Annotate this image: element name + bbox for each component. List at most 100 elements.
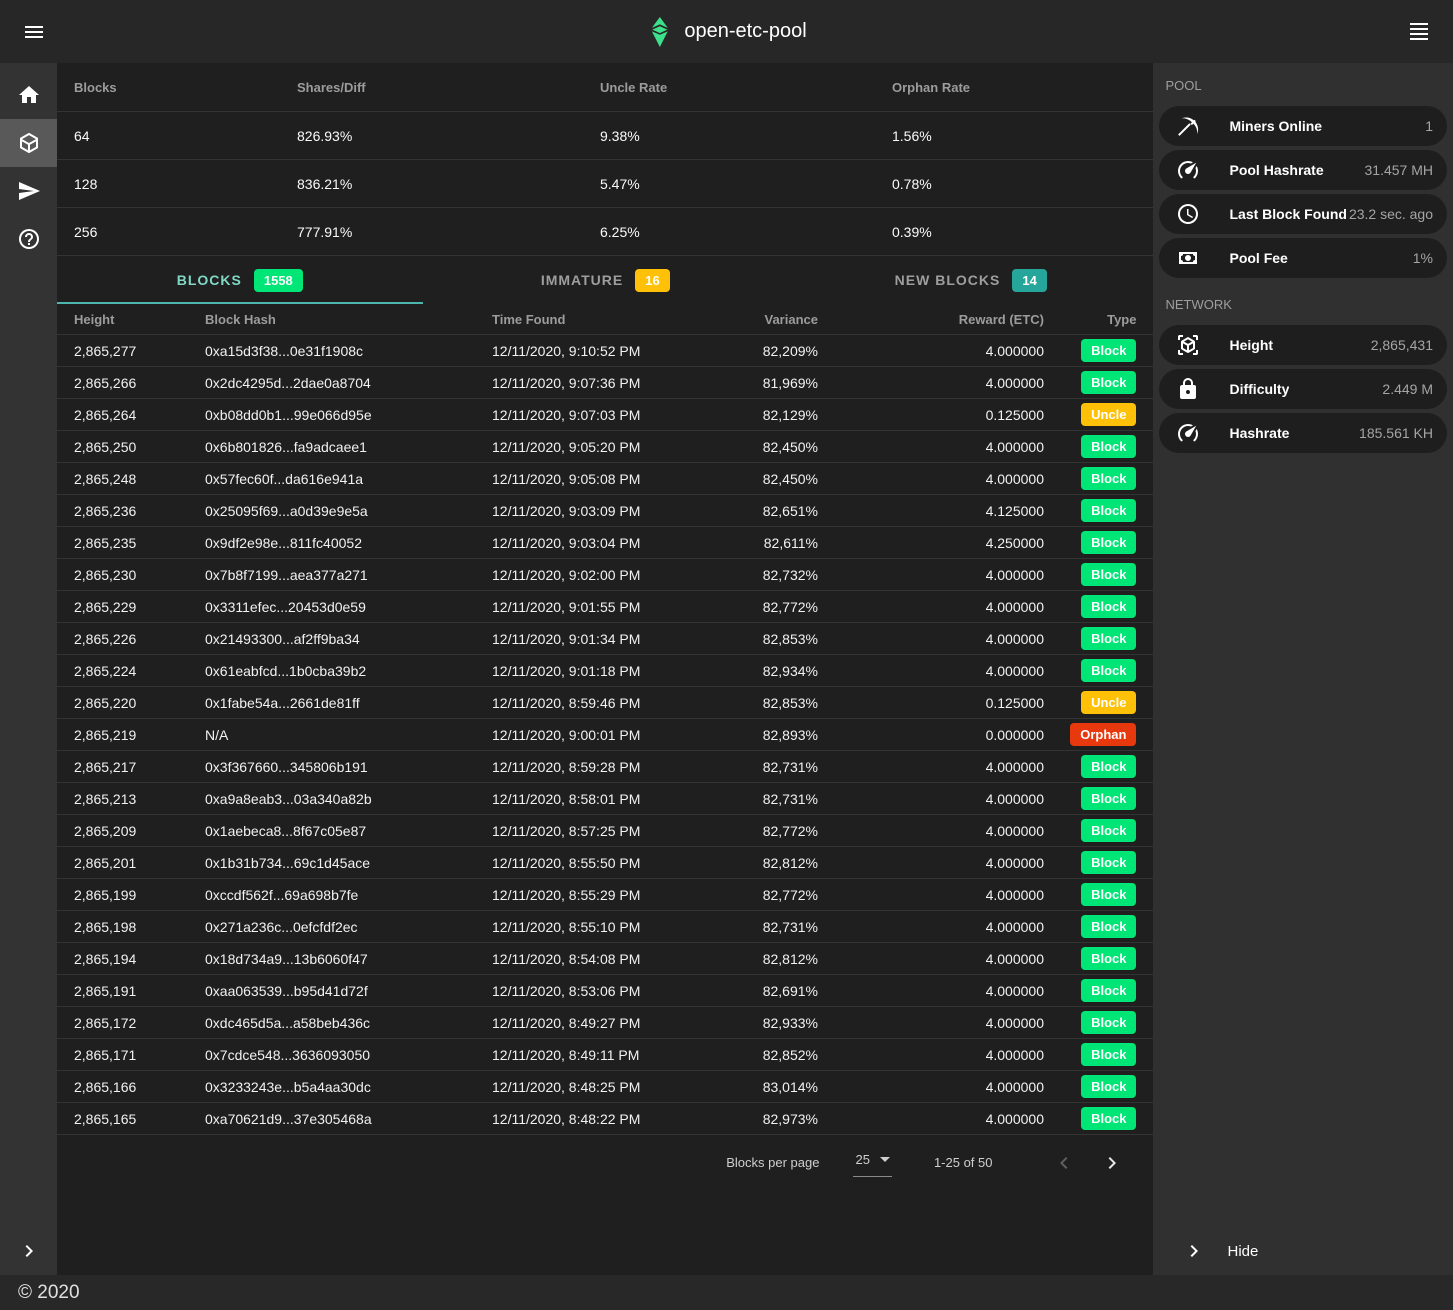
sidebar-item-home[interactable]: [0, 71, 57, 119]
sidebar-item-blocks[interactable]: [0, 119, 57, 167]
block-reward: 4.000000: [818, 759, 1044, 775]
block-variance: 82,772%: [760, 599, 818, 615]
block-hash-link[interactable]: 0x9df2e98e...811fc40052: [205, 535, 492, 551]
block-hash-link[interactable]: 0x61eabfcd...1b0cba39b2: [205, 663, 492, 679]
table-row: 2,865,209 0x1aebeca8...8f67c05e87 12/11/…: [57, 815, 1153, 847]
block-hash-link[interactable]: 0x1aebeca8...8f67c05e87: [205, 823, 492, 839]
block-hash-link[interactable]: 0x7b8f7199...aea377a271: [205, 567, 492, 583]
tab-blocks-label: BLOCKS: [177, 272, 242, 288]
block-hash-link[interactable]: 0x7cdce548...3636093050: [205, 1047, 492, 1063]
sidebar-item-help[interactable]: [0, 215, 57, 263]
right-menu-button[interactable]: [1399, 12, 1439, 52]
block-time-found: 12/11/2020, 8:55:50 PM: [492, 855, 760, 871]
chevron-right-icon: [1100, 1151, 1124, 1175]
tab-immature-badge: 16: [635, 269, 669, 292]
left-sidebar: [0, 63, 57, 1275]
block-variance: 82,853%: [760, 695, 818, 711]
type-chip: Block: [1081, 819, 1136, 842]
hide-drawer-button[interactable]: Hide: [1153, 1227, 1453, 1275]
tab-immature[interactable]: IMMATURE 16: [423, 256, 789, 304]
block-hash-link[interactable]: 0xccdf562f...69a698b7fe: [205, 887, 492, 903]
page-range-label: 1-25 of 50: [934, 1155, 993, 1170]
block-time-found: 12/11/2020, 9:05:20 PM: [492, 439, 760, 455]
block-hash-link[interactable]: 0x1b31b734...69c1d45ace: [205, 855, 492, 871]
block-hash-link[interactable]: 0x21493300...af2ff9ba34: [205, 631, 492, 647]
chevron-right-icon: [17, 1239, 41, 1263]
table-row: 2,865,220 0x1fabe54a...2661de81ff 12/11/…: [57, 687, 1153, 719]
table-row: 2,865,165 0xa70621d9...37e305468a 12/11/…: [57, 1103, 1153, 1135]
block-time-found: 12/11/2020, 8:58:01 PM: [492, 791, 760, 807]
block-hash-link[interactable]: 0x1fabe54a...2661de81ff: [205, 695, 492, 711]
table-row: 2,865,229 0x3311efec...20453d0e59 12/11/…: [57, 591, 1153, 623]
block-hash-link[interactable]: 0x2dc4295d...2dae0a8704: [205, 375, 492, 391]
network-hashrate-item: Hashrate 185.561 KH: [1159, 413, 1447, 453]
copyright-text: © 2020: [18, 1282, 80, 1304]
col-header-height: Height: [74, 312, 205, 327]
type-chip: Block: [1081, 1043, 1136, 1066]
table-row: 2,865,219 N/A 12/11/2020, 9:00:01 PM 82,…: [57, 719, 1153, 751]
table-row: 2,865,266 0x2dc4295d...2dae0a8704 12/11/…: [57, 367, 1153, 399]
type-chip: Block: [1081, 1011, 1136, 1034]
summary-shares-diff-value: 836.21%: [297, 176, 600, 192]
block-time-found: 12/11/2020, 9:05:08 PM: [492, 471, 760, 487]
sidebar-item-payments[interactable]: [0, 167, 57, 215]
speedometer-icon: [1176, 421, 1200, 445]
cube-icon: [17, 131, 41, 155]
block-hash-link[interactable]: 0x271a236c...0efcfdf2ec: [205, 919, 492, 935]
type-chip: Block: [1081, 979, 1136, 1002]
block-hash-link[interactable]: 0xa15d3f38...0e31f1908c: [205, 343, 492, 359]
table-row: 2,865,198 0x271a236c...0efcfdf2ec 12/11/…: [57, 911, 1153, 943]
block-hash-link[interactable]: 0x18d734a9...13b6060f47: [205, 951, 492, 967]
prev-page-button[interactable]: [1040, 1143, 1088, 1183]
block-hash-link[interactable]: 0x3311efec...20453d0e59: [205, 599, 492, 615]
etc-diamond-icon: [646, 17, 672, 47]
block-hash-link[interactable]: 0x57fec60f...da616e941a: [205, 471, 492, 487]
block-time-found: 12/11/2020, 9:01:55 PM: [492, 599, 760, 615]
block-hash-link[interactable]: 0xaa063539...b95d41d72f: [205, 983, 492, 999]
block-hash-link[interactable]: 0x3233243e...b5a4aa30dc: [205, 1079, 492, 1095]
block-hash-link[interactable]: 0x6b801826...fa9adcaee1: [205, 439, 492, 455]
block-variance: 82,853%: [760, 631, 818, 647]
network-section-title: NETWORK: [1153, 282, 1453, 325]
block-reward: 4.250000: [818, 535, 1044, 551]
block-height: 2,865,213: [74, 791, 205, 807]
table-row: 2,865,201 0x1b31b734...69c1d45ace 12/11/…: [57, 847, 1153, 879]
type-chip: Uncle: [1081, 403, 1136, 426]
block-height: 2,865,199: [74, 887, 205, 903]
stat-value: 185.561 KH: [1357, 425, 1433, 441]
block-variance: 82,852%: [760, 1047, 818, 1063]
summary-shares-diff-value: 777.91%: [297, 224, 600, 240]
block-hash-link[interactable]: 0xdc465d5a...a58beb436c: [205, 1015, 492, 1031]
stat-label: Miners Online: [1229, 118, 1322, 134]
tab-new-blocks[interactable]: NEW BLOCKS 14: [788, 256, 1154, 304]
send-icon: [17, 179, 41, 203]
tab-blocks[interactable]: BLOCKS 1558: [57, 256, 423, 304]
block-height: 2,865,235: [74, 535, 205, 551]
type-chip: Block: [1081, 563, 1136, 586]
block-height: 2,865,264: [74, 407, 205, 423]
block-hash-link[interactable]: 0xa9a8eab3...03a340a82b: [205, 791, 492, 807]
block-hash-link[interactable]: 0x3f367660...345806b191: [205, 759, 492, 775]
table-row: 2,865,226 0x21493300...af2ff9ba34 12/11/…: [57, 623, 1153, 655]
summary-orphan-rate-value: 0.78%: [892, 176, 1136, 192]
block-reward: 4.000000: [818, 599, 1044, 615]
block-height: 2,865,172: [74, 1015, 205, 1031]
block-height: 2,865,236: [74, 503, 205, 519]
app-root: open-etc-pool: [0, 0, 1453, 1310]
network-height-item: Height 2,865,431: [1159, 325, 1447, 365]
table-row: 2,865,199 0xccdf562f...69a698b7fe 12/11/…: [57, 879, 1153, 911]
type-chip: Orphan: [1070, 723, 1136, 746]
chevron-right-icon: [1182, 1239, 1206, 1263]
sidebar-collapse-button[interactable]: [0, 1227, 57, 1275]
block-hash-link[interactable]: 0x25095f69...a0d39e9e5a: [205, 503, 492, 519]
block-hash-link[interactable]: 0xa70621d9...37e305468a: [205, 1111, 492, 1127]
next-page-button[interactable]: [1088, 1143, 1136, 1183]
block-variance: 82,209%: [760, 343, 818, 359]
block-reward: 4.000000: [818, 471, 1044, 487]
block-hash-link[interactable]: N/A: [205, 727, 492, 743]
block-hash-link[interactable]: 0xb08dd0b1...99e066d95e: [205, 407, 492, 423]
summary-header-blocks: Blocks: [74, 80, 297, 95]
left-menu-button[interactable]: [14, 12, 54, 52]
per-page-select[interactable]: 25: [853, 1148, 891, 1177]
summary-header-row: Blocks Shares/Diff Uncle Rate Orphan Rat…: [57, 63, 1153, 112]
